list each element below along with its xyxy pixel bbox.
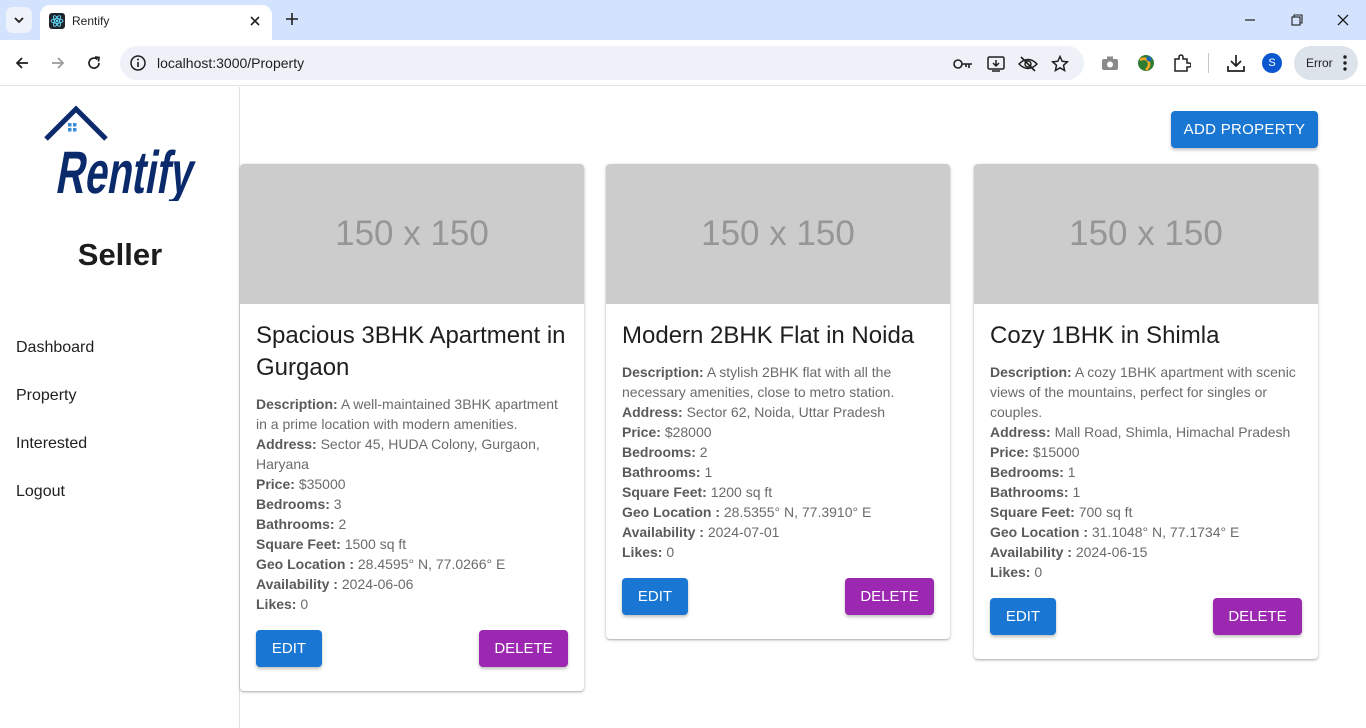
property-image-placeholder: 150 x 150 xyxy=(240,164,584,304)
address-bar[interactable]: localhost:3000/Property xyxy=(120,46,1084,80)
property-geo-location: Geo Location : 28.4595° N, 77.0266° E xyxy=(256,556,506,572)
react-logo-icon xyxy=(49,13,65,29)
delete-button[interactable]: DELETE xyxy=(1213,598,1302,635)
browser-toolbar: localhost:3000/Property S Error xyxy=(0,40,1366,86)
property-bedrooms: Bedrooms: 2 xyxy=(622,444,708,460)
profile-avatar[interactable]: S xyxy=(1262,53,1282,73)
browser-error-button[interactable]: Error xyxy=(1294,46,1358,80)
property-card: 150 x 150 Cozy 1BHK in Shimla Descriptio… xyxy=(974,164,1318,659)
forward-arrow-icon[interactable] xyxy=(47,52,69,74)
property-image-placeholder: 150 x 150 xyxy=(974,164,1318,304)
toolbar-divider xyxy=(1208,53,1209,73)
extensions-puzzle-icon[interactable] xyxy=(1171,52,1193,74)
property-bedrooms: Bedrooms: 1 xyxy=(990,464,1076,480)
property-bathrooms: Bathrooms: 1 xyxy=(622,464,713,480)
property-card: 150 x 150 Spacious 3BHK Apartment in Gur… xyxy=(240,164,584,691)
property-square-feet: Square Feet: 700 sq ft xyxy=(990,504,1133,520)
tab-close-icon[interactable] xyxy=(246,12,264,30)
install-app-icon[interactable] xyxy=(986,54,1006,74)
property-bathrooms: Bathrooms: 1 xyxy=(990,484,1081,500)
password-key-icon[interactable] xyxy=(953,54,973,74)
property-address: Address: Sector 62, Noida, Uttar Pradesh xyxy=(622,404,886,420)
logo-wordmark: Rentify xyxy=(52,138,200,201)
property-address: Address: Sector 45, HUDA Colony, Gurgaon… xyxy=(256,436,540,472)
eye-slash-icon[interactable] xyxy=(1018,54,1038,74)
property-geo-location: Geo Location : 31.1048° N, 77.1734° E xyxy=(990,524,1240,540)
property-geo-location: Geo Location : 28.5355° N, 77.3910° E xyxy=(622,504,872,520)
back-arrow-icon[interactable] xyxy=(11,52,33,74)
property-price: Price: $35000 xyxy=(256,476,346,492)
role-title: Seller xyxy=(77,237,163,272)
property-title: Cozy 1BHK in Shimla xyxy=(990,322,1220,349)
error-label: Error xyxy=(1306,56,1333,70)
property-square-feet: Square Feet: 1200 sq ft xyxy=(622,484,773,500)
property-availability: Availability : 2024-06-06 xyxy=(256,576,414,592)
minimize-icon[interactable] xyxy=(1240,10,1260,30)
property-likes: Likes: 0 xyxy=(622,544,675,560)
camera-icon[interactable] xyxy=(1099,52,1121,74)
tab-title: Rentify xyxy=(72,14,110,28)
browser-tab-active[interactable]: Rentify xyxy=(40,5,272,40)
restore-icon[interactable] xyxy=(1287,10,1307,30)
property-bathrooms: Bathrooms: 2 xyxy=(256,516,347,532)
edit-button[interactable]: EDIT xyxy=(990,598,1056,635)
edit-button[interactable]: EDIT xyxy=(622,578,688,615)
main-content: ADD PROPERTY 150 x 150 Spacious 3BHK Apa… xyxy=(240,87,1366,728)
reload-icon[interactable] xyxy=(83,52,105,74)
property-description: Description: A well-maintained 3BHK apar… xyxy=(256,396,558,432)
property-availability: Availability : 2024-07-01 xyxy=(622,524,780,540)
property-title: Modern 2BHK Flat in Noida xyxy=(622,322,915,349)
window-close-icon[interactable] xyxy=(1333,10,1353,30)
browser-tab-strip: Rentify xyxy=(0,0,1366,40)
new-tab-plus-icon[interactable] xyxy=(282,9,302,29)
property-price: Price: $15000 xyxy=(990,444,1080,460)
sidebar-item-interested[interactable]: Interested xyxy=(16,435,87,453)
url-text[interactable]: localhost:3000/Property xyxy=(157,55,304,71)
property-address: Address: Mall Road, Shimla, Himachal Pra… xyxy=(990,424,1291,440)
bookmark-star-icon[interactable] xyxy=(1050,54,1070,74)
sidebar-item-logout[interactable]: Logout xyxy=(16,483,65,501)
delete-button[interactable]: DELETE xyxy=(845,578,934,615)
more-vertical-icon xyxy=(1343,55,1347,71)
property-likes: Likes: 0 xyxy=(990,564,1043,580)
property-price: Price: $28000 xyxy=(622,424,712,440)
property-title: Spacious 3BHK Apartment in Gurgaon xyxy=(256,322,566,381)
extension-globe-icon[interactable] xyxy=(1135,52,1157,74)
property-image-placeholder: 150 x 150 xyxy=(606,164,950,304)
delete-button[interactable]: DELETE xyxy=(479,630,568,667)
add-property-button[interactable]: ADD PROPERTY xyxy=(1171,111,1318,148)
tab-search-button[interactable] xyxy=(6,7,32,33)
download-icon[interactable] xyxy=(1225,52,1247,74)
property-availability: Availability : 2024-06-15 xyxy=(990,544,1148,560)
property-description: Description: A cozy 1BHK apartment with … xyxy=(990,364,1296,420)
sidebar-item-property[interactable]: Property xyxy=(16,387,76,405)
edit-button[interactable]: EDIT xyxy=(256,630,322,667)
property-description: Description: A stylish 2BHK flat with al… xyxy=(622,364,895,400)
sidebar-item-dashboard[interactable]: Dashboard xyxy=(16,339,94,357)
property-bedrooms: Bedrooms: 3 xyxy=(256,496,342,512)
sidebar: Rentify Seller Dashboard Property Intere… xyxy=(0,87,240,728)
property-likes: Likes: 0 xyxy=(256,596,309,612)
rentify-logo[interactable]: Rentify xyxy=(42,105,200,201)
chevron-down-icon xyxy=(14,17,24,24)
property-square-feet: Square Feet: 1500 sq ft xyxy=(256,536,407,552)
property-card: 150 x 150 Modern 2BHK Flat in Noida Desc… xyxy=(606,164,950,639)
site-info-icon[interactable] xyxy=(129,54,147,72)
